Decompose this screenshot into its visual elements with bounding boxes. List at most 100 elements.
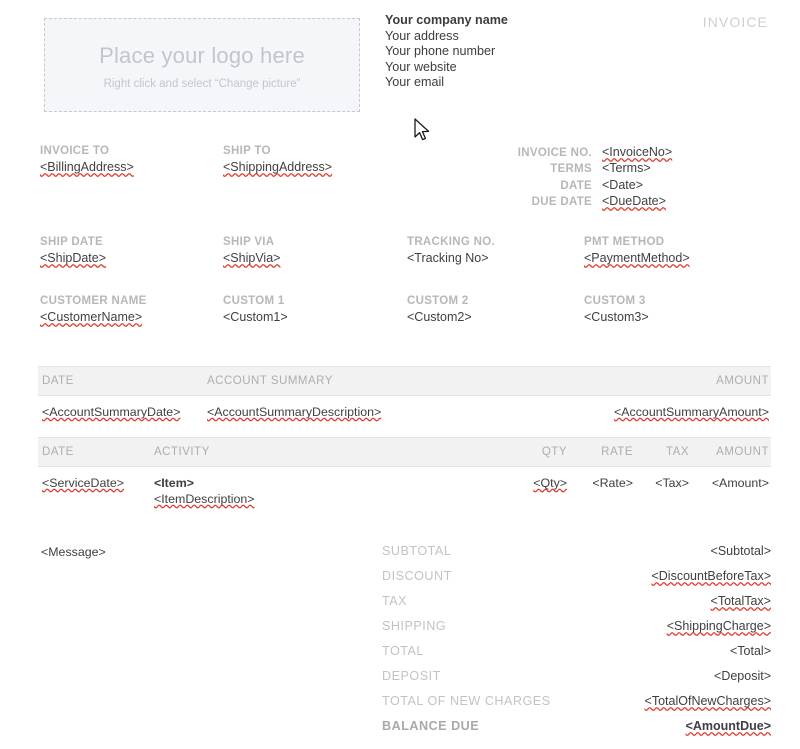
activity-cell-qty[interactable]: <Qty> [495,476,567,490]
tracking-no-block: TRACKING NO. <Tracking No> [407,236,495,265]
custom-2-label: CUSTOM 2 [407,295,469,307]
date-value[interactable]: <Date> [602,178,643,192]
totals-row-tax: TAX <TotalTax> [382,594,771,619]
activity-cell-item-description[interactable]: <ItemDescription> [154,492,495,506]
account-summary-cell-amount[interactable]: <AccountSummaryAmount> [549,405,771,419]
totals-row-total: TOTAL <Total> [382,644,771,669]
ship-date-block: SHIP DATE <ShipDate> [40,236,106,265]
totals-row-subtotal: SUBTOTAL <Subtotal> [382,544,771,569]
discount-value[interactable]: <DiscountBeforeTax> [651,569,771,583]
activity-header-tax: TAX [665,446,689,458]
activity-header-rate: RATE [601,446,633,458]
custom-1-value[interactable]: <Custom1> [223,310,288,324]
due-date-label: DUE DATE [531,196,592,209]
totals-row-discount: DISCOUNT <DiscountBeforeTax> [382,569,771,594]
totals-row-new-charges: TOTAL OF NEW CHARGES <TotalOfNewCharges> [382,694,771,719]
company-email: Your email [385,75,445,90]
meta-row-due-date: DUE DATE <DueDate> [470,194,672,210]
pmt-method-block: PMT METHOD <PaymentMethod> [584,236,690,265]
tax-label: TAX [382,594,408,608]
customer-name-label: CUSTOMER NAME [40,295,147,307]
account-summary-table-header: DATE ACCOUNT SUMMARY AMOUNT [38,366,771,396]
ship-to-block: SHIP TO <ShippingAddress> [223,145,332,174]
ship-to-label: SHIP TO [223,145,271,157]
message-field[interactable]: <Message> [41,545,106,559]
pmt-method-value[interactable]: <PaymentMethod> [584,251,690,265]
custom-1-label: CUSTOM 1 [223,295,285,307]
invoice-meta-block: INVOICE NO. <InvoiceNo> TERMS <Terms> DA… [470,145,672,211]
custom-3-label: CUSTOM 3 [584,295,646,307]
custom-2-value[interactable]: <Custom2> [407,310,472,324]
activity-table: DATE ACTIVITY QTY RATE TAX AMOUNT <Servi… [38,437,771,506]
activity-cell-tax[interactable]: <Tax> [633,476,689,490]
account-summary-header-amount: AMOUNT [716,375,769,387]
customer-name-block: CUSTOMER NAME <CustomerName> [40,295,147,324]
company-website: Your website [385,59,457,74]
custom-2-block: CUSTOM 2 <Custom2> [407,295,472,324]
total-label: TOTAL [382,644,424,658]
ship-via-block: SHIP VIA <ShipVia> [223,236,280,265]
discount-label: DISCOUNT [382,569,452,583]
shipping-value[interactable]: <ShippingCharge> [667,619,771,633]
deposit-label: DEPOSIT [382,669,441,683]
invoice-no-value[interactable]: <InvoiceNo> [602,145,672,159]
company-phone: Your phone number [385,44,496,59]
tracking-no-value[interactable]: <Tracking No> [407,251,495,265]
ship-to-value[interactable]: <ShippingAddress> [223,160,332,174]
subtotal-label: SUBTOTAL [382,544,452,558]
activity-header-amount: AMOUNT [716,446,769,458]
activity-table-header: DATE ACTIVITY QTY RATE TAX AMOUNT [38,437,771,467]
account-summary-header-date: DATE [42,375,74,387]
company-address: Your address [385,28,459,43]
invoice-to-block: INVOICE TO <BillingAddress> [40,145,134,174]
total-of-new-charges-label: TOTAL OF NEW CHARGES [382,694,551,708]
logo-placeholder[interactable]: Place your logo here Right click and sel… [44,18,360,112]
totals-row-shipping: SHIPPING <ShippingCharge> [382,619,771,644]
activity-cell-activity[interactable]: <Item> <ItemDescription> [154,476,495,506]
totals-row-deposit: DEPOSIT <Deposit> [382,669,771,694]
custom-3-block: CUSTOM 3 <Custom3> [584,295,649,324]
pmt-method-label: PMT METHOD [584,236,665,248]
terms-value[interactable]: <Terms> [602,161,651,175]
logo-placeholder-hint: Right click and select “Change picture” [103,78,301,90]
due-date-value[interactable]: <DueDate> [602,194,666,208]
tracking-no-label: TRACKING NO. [407,236,495,248]
activity-cell-item[interactable]: <Item> [154,476,194,490]
invoice-to-value[interactable]: <BillingAddress> [40,160,134,174]
tax-value[interactable]: <TotalTax> [711,594,771,608]
activity-cell-date[interactable]: <ServiceDate> [38,476,154,490]
invoice-page: Place your logo here Right click and sel… [0,0,800,749]
activity-header-date: DATE [42,446,74,458]
subtotal-value[interactable]: <Subtotal> [711,544,771,558]
invoice-no-label: INVOICE NO. [517,147,592,159]
account-summary-cell-date[interactable]: <AccountSummaryDate> [38,405,207,419]
shipping-label: SHIPPING [382,619,447,633]
logo-placeholder-title: Place your logo here [99,43,305,68]
total-value[interactable]: <Total> [730,644,771,658]
deposit-value[interactable]: <Deposit> [714,669,771,683]
account-summary-table: DATE ACCOUNT SUMMARY AMOUNT <AccountSumm… [38,366,771,419]
meta-row-terms: TERMS <Terms> [470,161,672,177]
customer-name-value[interactable]: <CustomerName> [40,310,147,324]
activity-cell-amount[interactable]: <Amount> [689,476,771,490]
custom-1-block: CUSTOM 1 <Custom1> [223,295,288,324]
balance-due-value[interactable]: <AmountDue> [686,719,771,733]
table-row[interactable]: <AccountSummaryDate> <AccountSummaryDesc… [38,396,771,419]
ship-date-label: SHIP DATE [40,236,103,248]
terms-label: TERMS [550,163,592,176]
table-row[interactable]: <ServiceDate> <Item> <ItemDescription> <… [38,467,771,506]
account-summary-cell-description[interactable]: <AccountSummaryDescription> [207,405,549,419]
activity-cell-rate[interactable]: <Rate> [567,476,633,490]
balance-due-label: BALANCE DUE [382,719,480,733]
totals-block: SUBTOTAL <Subtotal> DISCOUNT <DiscountBe… [382,544,771,744]
total-of-new-charges-value[interactable]: <TotalOfNewCharges> [645,694,771,708]
ship-via-value[interactable]: <ShipVia> [223,251,280,265]
invoice-to-label: INVOICE TO [40,145,110,157]
custom-3-value[interactable]: <Custom3> [584,310,649,324]
date-label: DATE [560,179,592,192]
company-name: Your company name [385,13,508,27]
meta-row-invoice-no: INVOICE NO. <InvoiceNo> [470,145,672,161]
meta-row-date: DATE <Date> [470,178,672,194]
ship-date-value[interactable]: <ShipDate> [40,251,106,265]
activity-header-activity: ACTIVITY [154,446,210,458]
